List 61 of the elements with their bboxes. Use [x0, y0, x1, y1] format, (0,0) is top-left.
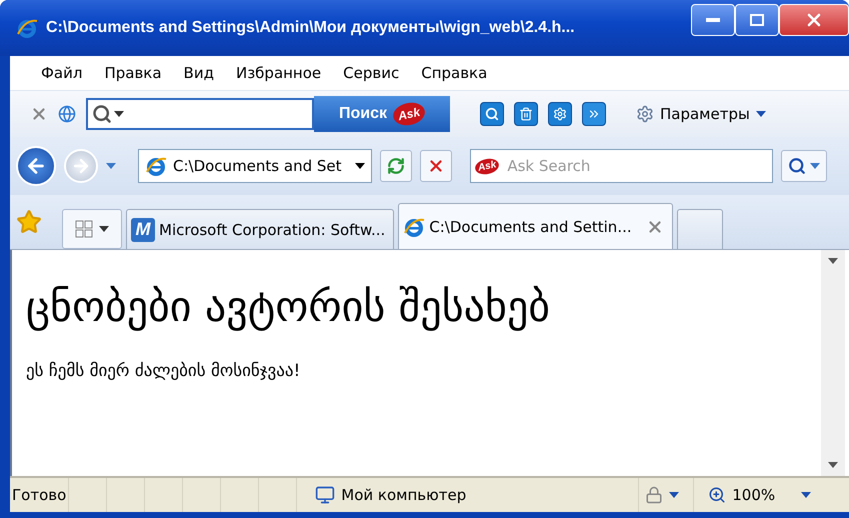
gear-icon: [636, 105, 654, 123]
menu-item[interactable]: Правка: [93, 64, 173, 82]
settings-button[interactable]: [548, 102, 572, 126]
scrollbar[interactable]: [821, 250, 845, 476]
menu-item[interactable]: Вид: [172, 64, 225, 82]
search-field[interactable]: [86, 98, 314, 130]
menu-item[interactable]: Сервис: [332, 64, 410, 82]
caret-icon[interactable]: [669, 492, 680, 498]
browser-icon: [145, 155, 167, 177]
search-tool-button[interactable]: [480, 102, 504, 126]
caret-icon[interactable]: [355, 163, 365, 169]
search-icon: [485, 107, 499, 121]
status-text: Готово: [12, 486, 66, 504]
refresh-icon: [387, 157, 405, 175]
more-button[interactable]: [582, 102, 606, 126]
logo: Ask: [474, 156, 501, 176]
stop-button[interactable]: [420, 150, 452, 182]
zoom-icon[interactable]: [708, 486, 726, 504]
zoom-dropdown-icon[interactable]: [801, 492, 812, 498]
page-paragraph: ეს ჩემს მიერ ძალების მოსინჯვაა!: [26, 361, 302, 381]
search-button[interactable]: Поиск Ask: [314, 96, 450, 132]
star-icon[interactable]: [16, 209, 42, 235]
browser-tab[interactable]: M Microsoft Corporation: Softw...: [126, 209, 394, 249]
caret-icon[interactable]: [99, 226, 109, 232]
trash-icon: [519, 107, 533, 121]
dropdown-arrow-icon[interactable]: [114, 111, 124, 117]
options-button[interactable]: Параметры: [630, 104, 772, 124]
search-icon: [788, 157, 806, 175]
lock-icon[interactable]: [645, 486, 664, 504]
scroll-up-icon[interactable]: [828, 258, 838, 264]
search-icon: [92, 104, 112, 124]
menu-item[interactable]: Избранное: [224, 64, 332, 82]
search-box[interactable]: Ask Ask Search: [470, 149, 773, 183]
scroll-down-icon[interactable]: [828, 462, 838, 468]
zone-text: Мой компьютер: [341, 486, 466, 504]
trash-button[interactable]: [514, 102, 538, 126]
grid-icon: [75, 220, 93, 238]
address-field[interactable]: C:\Documents and Set: [138, 149, 372, 183]
zoom-level[interactable]: 100%: [732, 486, 776, 504]
page-heading: ცნობები ავტორის შესახებ: [26, 282, 552, 331]
minimize-icon: [706, 18, 720, 22]
browser-icon: [16, 17, 38, 39]
window-title: C:\Documents and Settings\Admin\Мои документы\wign_web\2.4.h...: [46, 19, 576, 37]
close-button[interactable]: [779, 4, 849, 36]
refresh-button[interactable]: [380, 150, 412, 182]
back-button[interactable]: [16, 146, 56, 186]
globe-icon[interactable]: [58, 105, 76, 123]
menu-item[interactable]: Справка: [410, 64, 498, 82]
search-button[interactable]: [781, 150, 827, 182]
address-text: C:\Documents and Set: [173, 157, 342, 175]
menu-item[interactable]: Файл: [30, 64, 94, 82]
maximize-icon: [750, 14, 764, 26]
settings-icon: [553, 107, 567, 121]
caret-icon[interactable]: [756, 111, 766, 117]
computer-icon: [315, 485, 336, 505]
site-icon: M: [131, 218, 155, 242]
minimize-button[interactable]: [691, 4, 735, 36]
back-arrow-icon: [25, 155, 47, 177]
browser-tab[interactable]: C:\Documents and Settin...: [398, 203, 673, 249]
maximize-button[interactable]: [735, 4, 779, 36]
history-dropdown-icon[interactable]: [106, 163, 116, 169]
